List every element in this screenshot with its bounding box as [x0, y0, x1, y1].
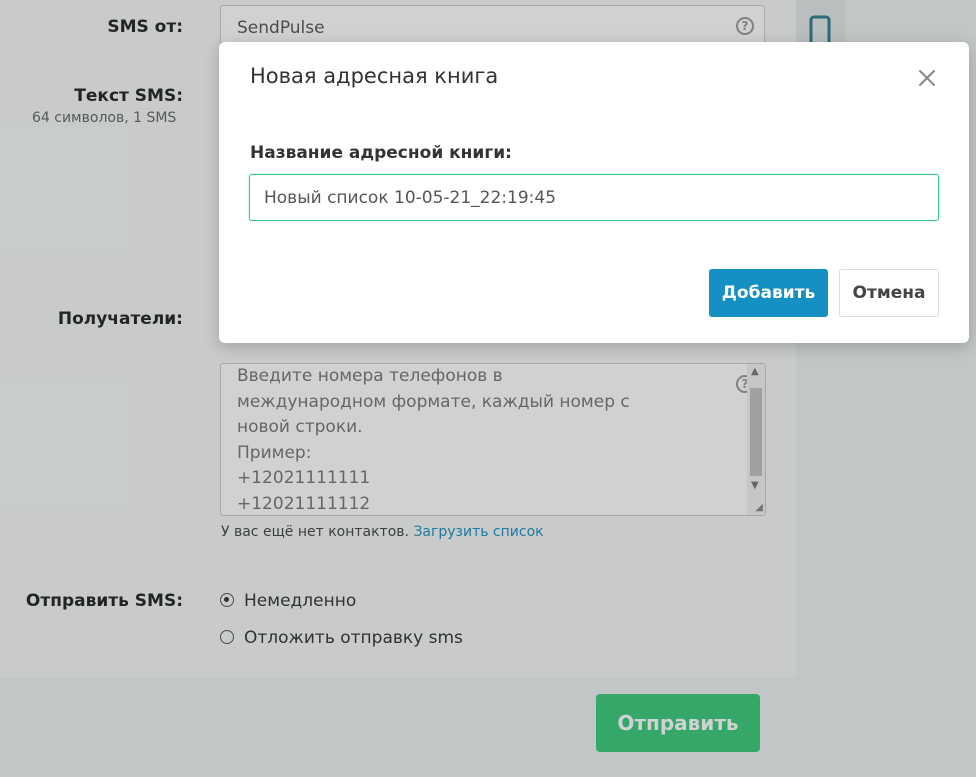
- address-book-name-label: Название адресной книги:: [250, 143, 512, 163]
- add-button[interactable]: Добавить: [709, 269, 828, 317]
- address-book-name-input[interactable]: [249, 174, 939, 221]
- modal-title: Новая адресная книга: [250, 64, 499, 88]
- close-icon[interactable]: [915, 66, 939, 90]
- cancel-button[interactable]: Отмена: [839, 269, 939, 317]
- new-address-book-modal: Новая адресная книга Название адресной к…: [219, 42, 969, 343]
